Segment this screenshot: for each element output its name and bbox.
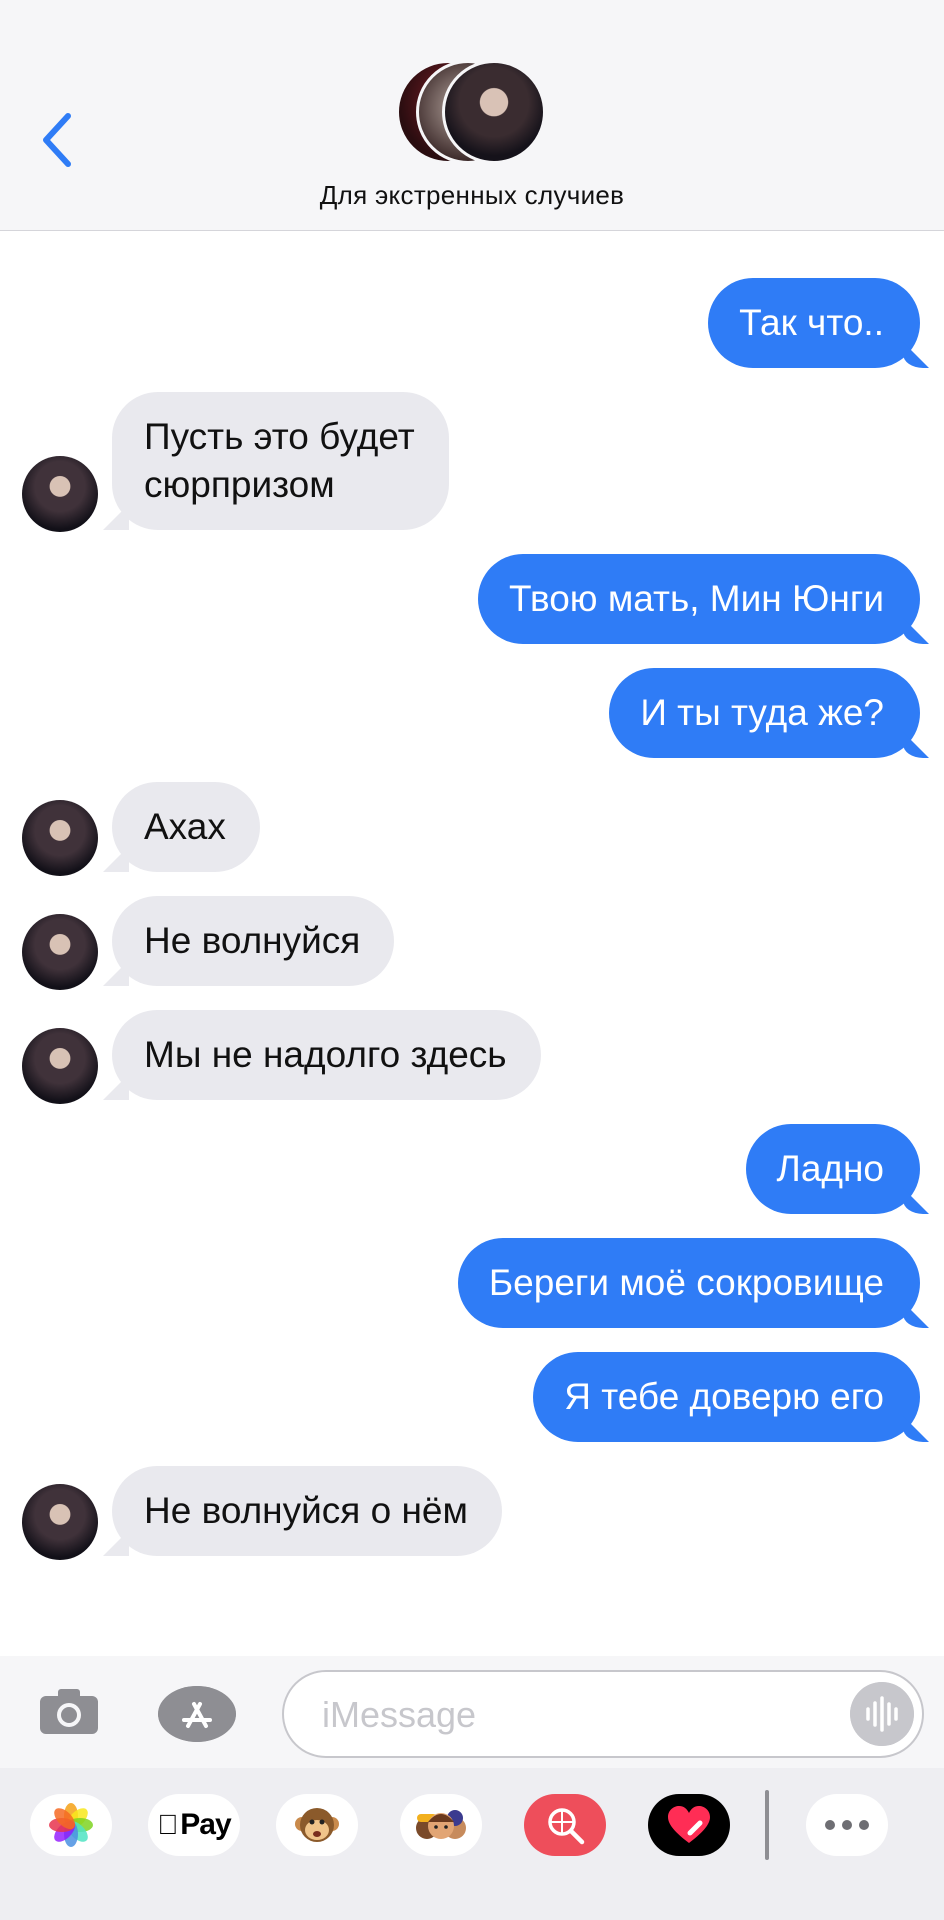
waveform-icon[interactable]	[850, 1682, 914, 1746]
more-icon[interactable]	[806, 1794, 888, 1856]
web-search-icon[interactable]	[524, 1794, 606, 1856]
group-avatars[interactable]	[396, 60, 556, 170]
incoming-message[interactable]: Ахах	[112, 782, 260, 872]
conversation-title[interactable]: Для экстренных случиев	[0, 180, 944, 211]
apple-icon: 	[157, 1809, 178, 1841]
avatar[interactable]	[22, 456, 98, 532]
outgoing-message[interactable]: Твою мать, Мин Юнги	[478, 554, 920, 644]
avatar[interactable]	[22, 1028, 98, 1104]
chevron-left-icon[interactable]	[38, 112, 78, 168]
message-input[interactable]	[320, 1686, 804, 1744]
incoming-message[interactable]: Не волнуйся о нём	[112, 1466, 502, 1556]
animoji-icon[interactable]	[276, 1794, 358, 1856]
outgoing-message[interactable]: Ладно	[745, 1124, 920, 1214]
conversation-header: Для экстренных случиев	[0, 0, 944, 231]
message-field[interactable]	[282, 1670, 924, 1758]
avatar[interactable]	[22, 800, 98, 876]
camera-icon[interactable]	[38, 1686, 100, 1736]
digital-touch-icon[interactable]	[648, 1794, 730, 1856]
outgoing-message[interactable]: Я тебе доверю его	[533, 1352, 920, 1442]
apple-pay-icon[interactable]:  Pay	[148, 1794, 240, 1856]
avatar	[442, 60, 546, 164]
outgoing-message[interactable]: Береги моё сокровище	[457, 1238, 920, 1328]
avatar[interactable]	[22, 1484, 98, 1560]
outgoing-message[interactable]: И ты туда же?	[609, 668, 920, 758]
photos-icon[interactable]	[30, 1794, 112, 1856]
incoming-message[interactable]: Мы не надолго здесь	[112, 1010, 541, 1100]
app-drawer:  Pay	[0, 1768, 944, 1920]
memoji-icon[interactable]	[400, 1794, 482, 1856]
compose-bar	[0, 1656, 944, 1768]
incoming-message[interactable]: Не волнуйся	[112, 896, 395, 986]
app-drawer-divider	[765, 1790, 769, 1860]
avatar[interactable]	[22, 914, 98, 990]
incoming-message[interactable]: Пусть это будет сюрпризом	[112, 392, 449, 530]
apple-pay-label: Pay	[169, 1808, 231, 1841]
outgoing-message[interactable]: Так что..	[708, 278, 920, 368]
app-store-icon[interactable]	[158, 1686, 236, 1742]
